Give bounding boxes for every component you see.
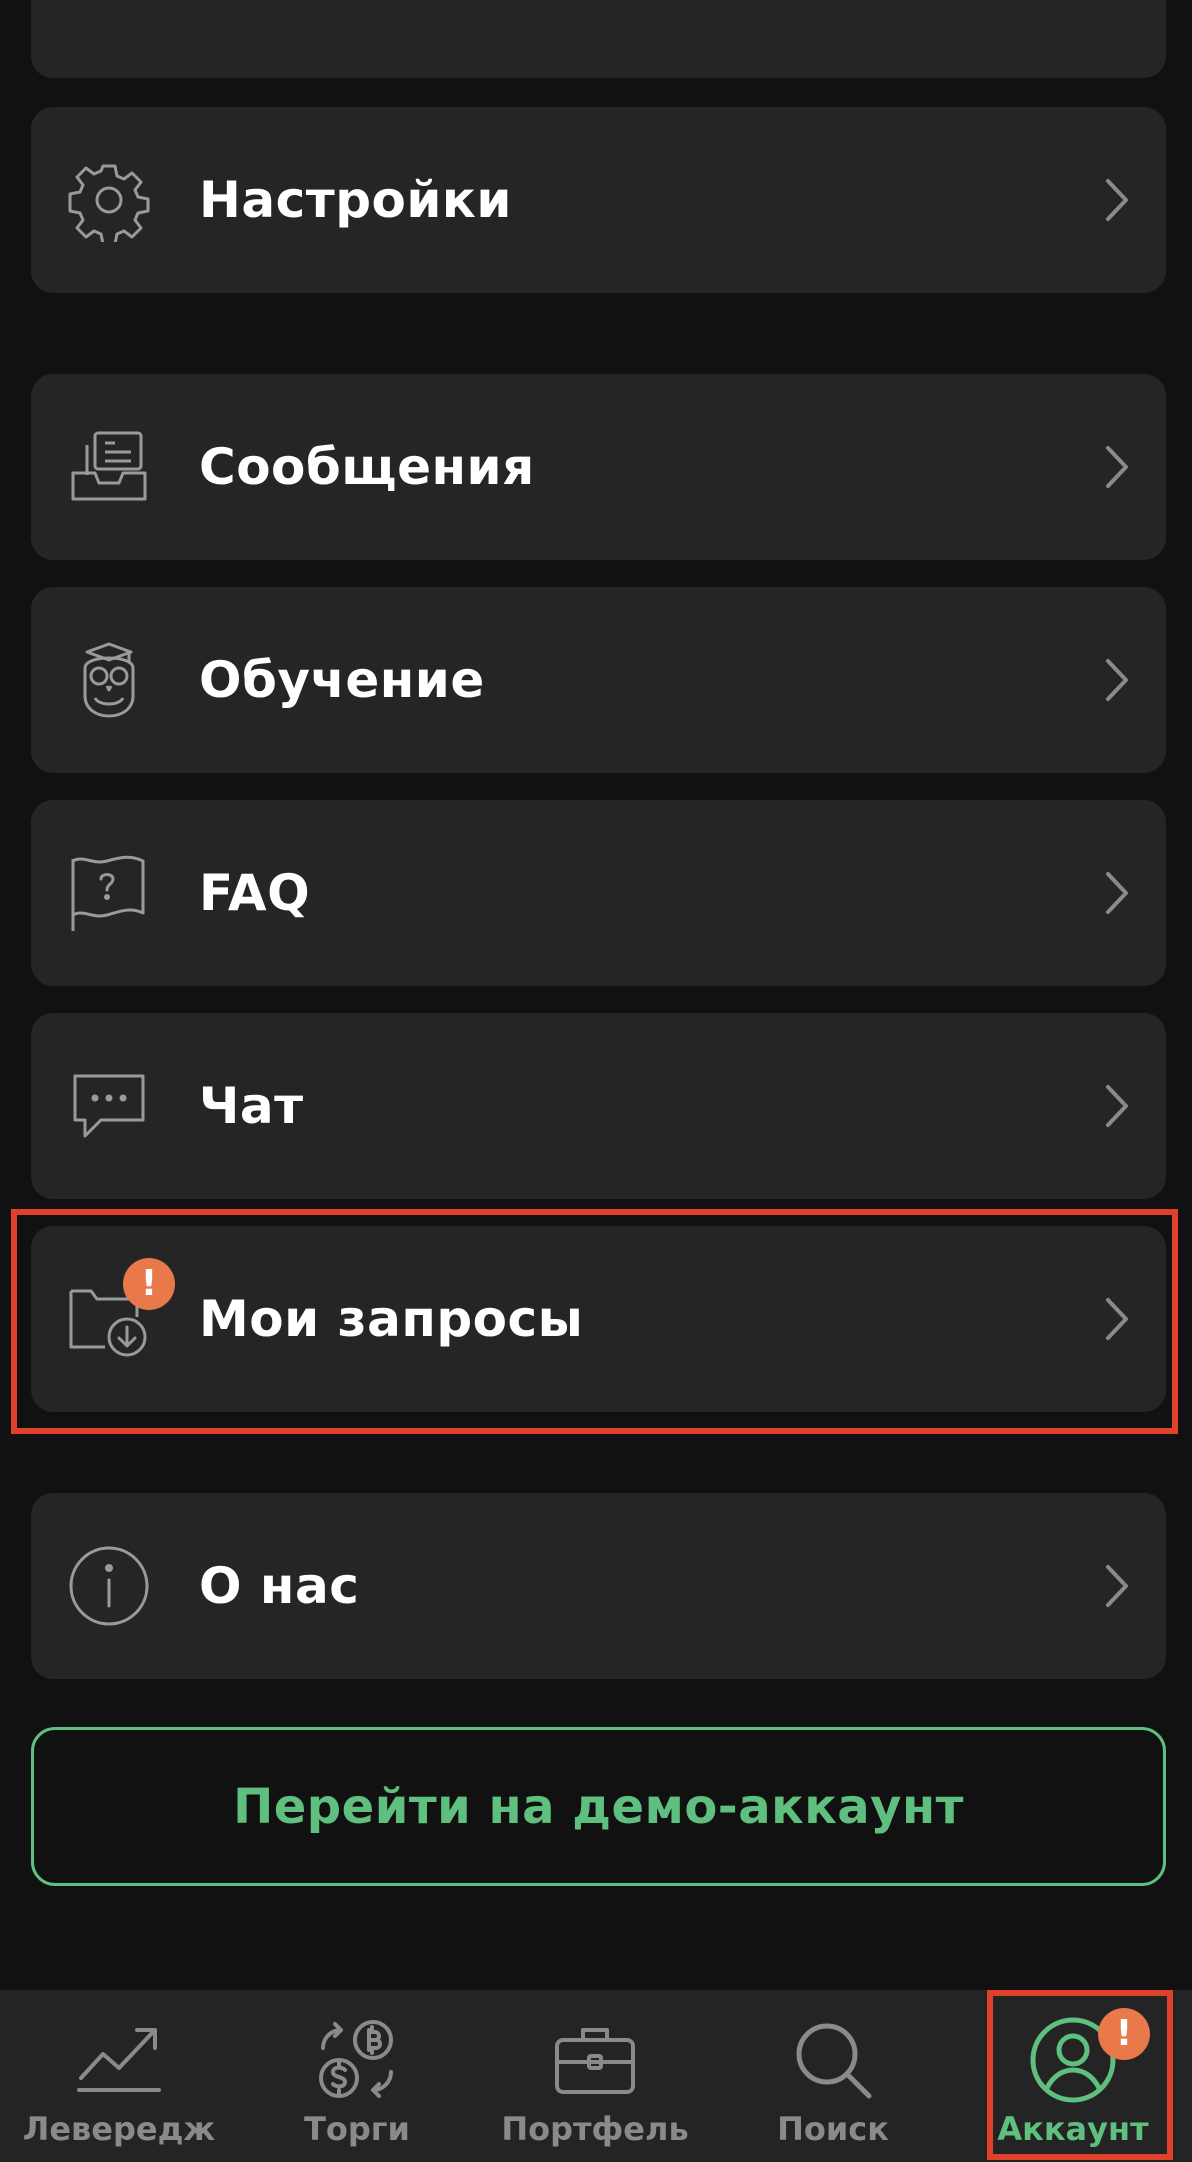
tab-account[interactable]: ! Аккаунт	[954, 1990, 1192, 2162]
chevron-right-icon	[1100, 1561, 1134, 1611]
switch-to-demo-button[interactable]: Перейти на демо-аккаунт	[31, 1727, 1166, 1886]
menu-item-label: Сообщения	[199, 438, 535, 496]
menu-item-messages[interactable]: Сообщения	[31, 374, 1166, 560]
tab-label: Портфель	[501, 2110, 689, 2148]
tab-search[interactable]: Поиск	[714, 1990, 952, 2162]
switch-to-demo-label: Перейти на демо-аккаунт	[233, 1778, 964, 1835]
bottom-tab-bar: Левередж Торги Портфель Поиск ! Аккаунт	[0, 1990, 1192, 2162]
menu-item-label: Чат	[199, 1077, 304, 1135]
tab-leverage[interactable]: Левередж	[0, 1990, 238, 2162]
chevron-right-icon	[1100, 868, 1134, 918]
chevron-right-icon	[1100, 1081, 1134, 1131]
tab-label: Аккаунт	[997, 2110, 1149, 2148]
info-icon	[67, 1544, 151, 1628]
menu-item-settings[interactable]: Настройки	[31, 107, 1166, 293]
menu-item-label: Настройки	[199, 171, 512, 229]
gear-icon	[67, 158, 151, 242]
leverage-chart-icon	[71, 2012, 167, 2108]
chevron-right-icon	[1100, 442, 1134, 492]
menu-item-chat[interactable]: Чат	[31, 1013, 1166, 1199]
partial-menu-card	[31, 0, 1166, 78]
chevron-right-icon	[1100, 655, 1134, 705]
alert-badge: !	[1098, 2008, 1150, 2060]
menu-item-label: Обучение	[199, 651, 485, 709]
menu-item-about[interactable]: О нас	[31, 1493, 1166, 1679]
tab-portfolio[interactable]: Портфель	[476, 1990, 714, 2162]
chevron-right-icon	[1100, 1294, 1134, 1344]
tab-trades[interactable]: Торги	[238, 1990, 476, 2162]
owl-icon	[67, 638, 151, 722]
menu-item-education[interactable]: Обучение	[31, 587, 1166, 773]
briefcase-icon	[547, 2012, 643, 2108]
chevron-right-icon	[1100, 175, 1134, 225]
menu-item-label: Мои запросы	[199, 1290, 584, 1348]
trade-exchange-icon	[309, 2012, 405, 2108]
menu-item-label: FAQ	[199, 864, 311, 922]
faq-flag-icon	[67, 851, 151, 935]
menu-item-faq[interactable]: FAQ	[31, 800, 1166, 986]
tab-label: Поиск	[777, 2110, 889, 2148]
chat-icon	[67, 1064, 151, 1148]
menu-item-label: О нас	[199, 1557, 360, 1615]
alert-badge: !	[123, 1258, 175, 1310]
tab-label: Торги	[304, 2110, 410, 2148]
tab-label: Левередж	[22, 2110, 216, 2148]
menu-item-my-requests[interactable]: ! Мои запросы	[31, 1226, 1166, 1412]
inbox-icon	[67, 425, 151, 509]
search-icon	[785, 2012, 881, 2108]
